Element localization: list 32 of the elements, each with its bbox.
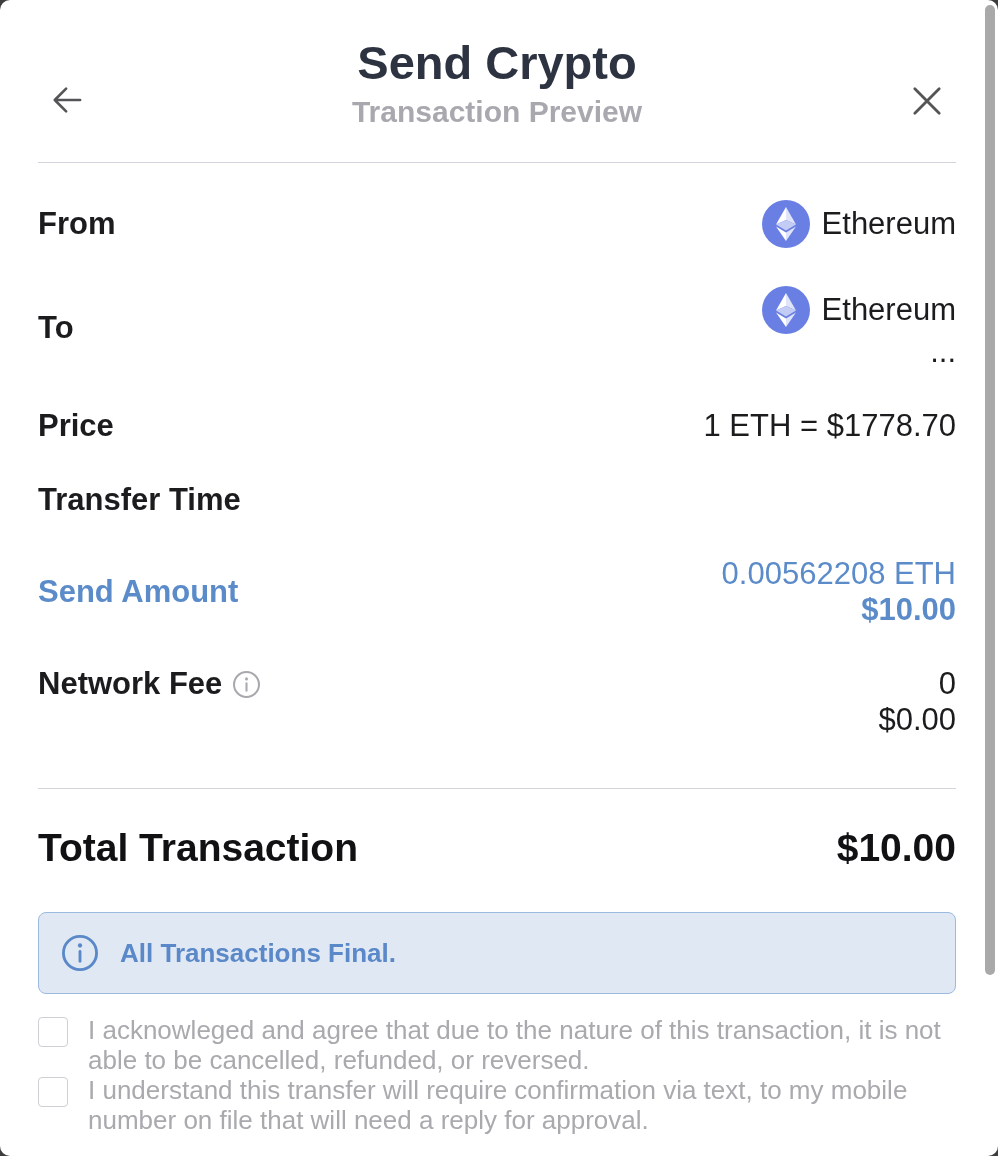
value-text: 0.00562208 ETH — [721, 556, 956, 592]
row-label: From — [38, 206, 116, 242]
value-text: 1 ETH = $1778.70 — [703, 408, 956, 444]
info-icon — [62, 935, 98, 971]
value-text: $10.00 — [861, 592, 956, 628]
dialog-title: Send Crypto — [357, 36, 637, 90]
info-icon — [233, 670, 261, 698]
total-amount: $10.00 — [836, 825, 956, 871]
row-label: Send Amount — [38, 574, 239, 610]
asset-name: Ethereum — [821, 206, 956, 242]
back-button[interactable] — [52, 86, 82, 114]
scrollbar-thumb[interactable] — [985, 5, 995, 975]
row-label: Transfer Time — [38, 482, 241, 518]
close-button[interactable] — [912, 86, 942, 116]
row-label: Network Fee — [38, 666, 223, 702]
row-label: To — [38, 310, 74, 346]
checkbox[interactable] — [38, 1017, 68, 1047]
total-label: Total Transaction — [38, 825, 358, 871]
ethereum-icon — [761, 200, 810, 248]
arrow-left-icon — [52, 86, 82, 114]
agreement-text: I understand this transfer will require confirmation via text, to my mobile number on file that will need a reply for approval. — [88, 1075, 909, 1135]
value-text: ... — [930, 334, 956, 370]
close-icon — [912, 86, 942, 116]
agreement-text: I acknowleged and agree that due to the nature of this transaction, it is not able to be cancelled, refunded, or reversed. — [88, 1015, 942, 1075]
checkbox[interactable] — [38, 1077, 68, 1107]
ethereum-icon — [761, 286, 810, 334]
value-text: 0 — [938, 666, 956, 702]
dialog-subtitle: Transaction Preview — [351, 94, 643, 130]
asset-name: Ethereum — [821, 292, 956, 328]
row-label: Price — [38, 408, 114, 444]
value-text: $0.00 — [878, 702, 956, 738]
notice-text: All Transactions Final. — [120, 937, 396, 969]
